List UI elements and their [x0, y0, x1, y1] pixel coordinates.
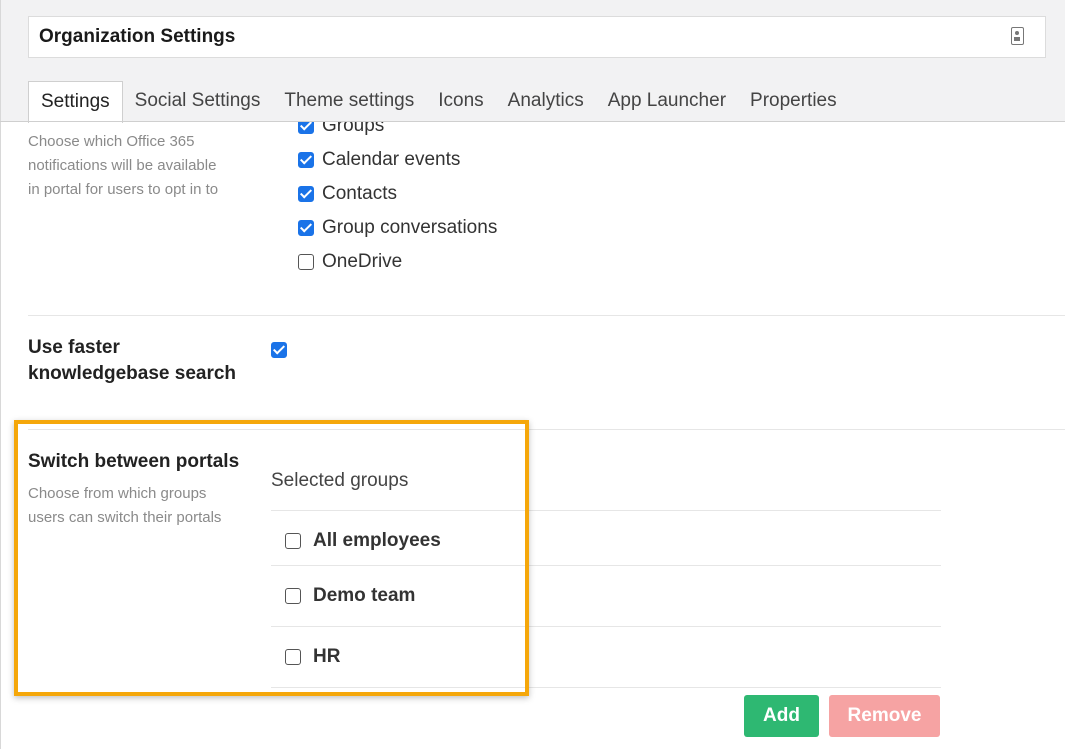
- checkbox-group-conversations[interactable]: [298, 220, 314, 236]
- organization-settings-page: Organization Settings Settings Social Se…: [0, 0, 1065, 749]
- title-bar: Organization Settings: [28, 16, 1046, 58]
- checkbox-all-employees[interactable]: [285, 532, 301, 549]
- group-row-all-employees[interactable]: All employees: [271, 510, 941, 570]
- group-list-bottom-divider: [271, 687, 941, 688]
- remove-button[interactable]: Remove: [829, 695, 940, 737]
- section-divider: [28, 315, 1065, 316]
- group-row-demo-team[interactable]: Demo team: [271, 565, 941, 625]
- tab-analytics[interactable]: Analytics: [496, 81, 596, 121]
- tab-properties[interactable]: Properties: [738, 81, 849, 121]
- checkbox-hr[interactable]: [285, 648, 301, 665]
- faster-search-checkbox[interactable]: [271, 342, 287, 358]
- checkbox-contacts[interactable]: [298, 186, 314, 202]
- switch-portals-description: Choose from which groups users can switc…: [28, 485, 222, 526]
- header: Organization Settings Settings Social Se…: [0, 0, 1065, 123]
- switch-portals-title: Switch between portals: [28, 451, 240, 472]
- checkbox-groups[interactable]: [298, 122, 314, 134]
- checkbox-calendar-events[interactable]: [298, 152, 314, 168]
- notification-option-onedrive[interactable]: OneDrive: [298, 245, 497, 279]
- settings-content: Choose which Office 365 notifications wi…: [0, 122, 1065, 749]
- tab-bar: Settings Social Settings Theme settings …: [28, 81, 849, 123]
- checkbox-onedrive[interactable]: [298, 254, 314, 270]
- notification-option-group-conversations[interactable]: Group conversations: [298, 211, 497, 245]
- add-button[interactable]: Add: [744, 695, 819, 737]
- tab-app-launcher[interactable]: App Launcher: [596, 81, 738, 121]
- selected-groups-label: Selected groups: [271, 470, 409, 491]
- checkbox-demo-team[interactable]: [285, 587, 301, 604]
- section-divider: [28, 429, 1065, 430]
- notification-option-groups[interactable]: Groups: [298, 122, 497, 143]
- notification-option-calendar-events[interactable]: Calendar events: [298, 143, 497, 177]
- contact-card-icon[interactable]: [1011, 27, 1024, 45]
- tab-social-settings[interactable]: Social Settings: [123, 81, 273, 121]
- notifications-description: Choose which Office 365 notifications wi…: [28, 133, 219, 198]
- notification-option-contacts[interactable]: Contacts: [298, 177, 497, 211]
- faster-search-label: Use faster knowledgebase search: [28, 337, 237, 384]
- notifications-options: Groups Calendar events Contacts Group co…: [298, 122, 497, 279]
- tab-icons[interactable]: Icons: [426, 81, 495, 121]
- group-row-hr[interactable]: HR: [271, 626, 941, 686]
- page-title: Organization Settings: [39, 26, 236, 47]
- tab-theme-settings[interactable]: Theme settings: [272, 81, 426, 121]
- tab-settings[interactable]: Settings: [28, 81, 123, 123]
